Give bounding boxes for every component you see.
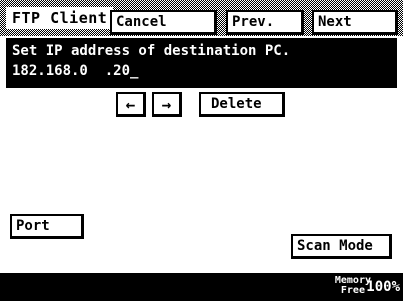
memory-free-value: 100%: [366, 279, 400, 295]
port-button[interactable]: Port: [10, 214, 84, 239]
arrow-right-icon: →: [161, 94, 172, 114]
ip-address-field: 182.168.0 .20_: [12, 63, 139, 79]
cursor-right-button[interactable]: →: [152, 92, 182, 117]
delete-button[interactable]: Delete: [199, 92, 285, 117]
next-button[interactable]: Next: [312, 10, 398, 35]
scan-mode-button[interactable]: Scan Mode: [291, 234, 392, 259]
screen-title: FTP Client: [6, 7, 114, 29]
cursor-left-button[interactable]: ←: [116, 92, 146, 117]
arrow-left-icon: ←: [125, 94, 136, 114]
cancel-button[interactable]: Cancel: [110, 10, 217, 35]
message-panel: Set IP address of destination PC. 182.16…: [6, 38, 397, 88]
status-bar: Memory Free 100%: [0, 273, 403, 301]
prev-button[interactable]: Prev.: [226, 10, 304, 35]
instruction-text: Set IP address of destination PC.: [12, 43, 291, 59]
